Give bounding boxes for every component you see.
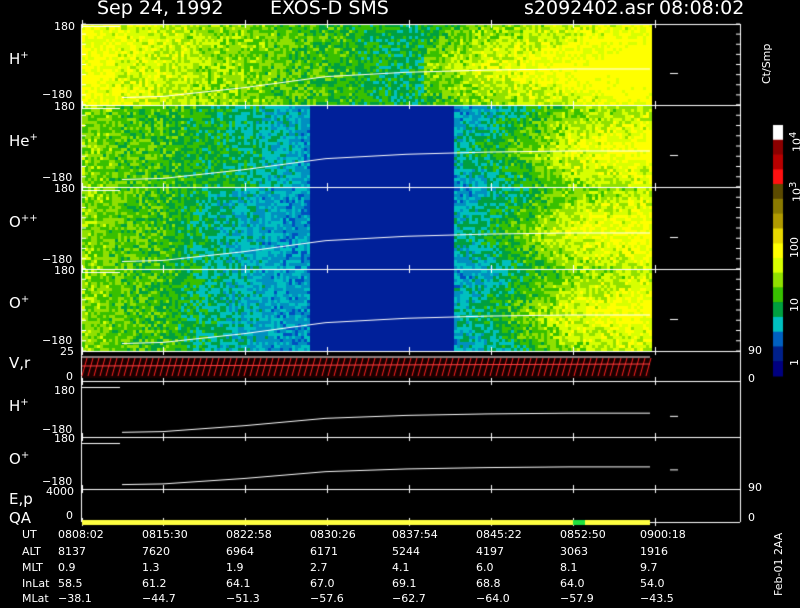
panel-label-vr: V,r [9,354,31,372]
ytick-top-ep: 4000 [46,485,74,498]
table-cell: −51.3 [226,592,260,605]
panel-label-o-plus-plus: O++ [9,213,38,231]
right-tick-vr-bot: 0 [748,372,755,385]
colorbar-tick-1: 104 [788,131,800,152]
table-cell: 8.1 [560,561,578,574]
table-row-label: MLat [22,592,49,605]
panel-label-ep: E,p [9,490,33,508]
table-row-label: ALT [22,545,41,558]
panel-label-qa: QA [9,509,32,527]
colorbar-tick-5: 1 [788,359,800,366]
table-cell: 4.1 [392,561,410,574]
table-cell: 0815:30 [142,528,188,541]
spectrogram-canvas [0,0,800,600]
table-cell: 3063 [560,545,588,558]
table-cell: 64.0 [560,577,585,590]
ytick-top-3: 180 [54,182,75,195]
table-cell: −62.7 [392,592,426,605]
colorbar-tick-3: 100 [788,237,800,258]
table-cell: 0852:50 [560,528,606,541]
table-cell: 2.7 [310,561,328,574]
table-cell: −64.0 [476,592,510,605]
table-cell: 0900:18 [640,528,686,541]
table-cell: 0.9 [58,561,76,574]
table-row: MLat −38.1 −44.7 −51.3 −57.6 −62.7 −64.0 −57.9 −… [0,592,800,608]
table-cell: 54.0 [640,577,665,590]
panel-label-o-plus: O+ [9,294,30,312]
table-cell: −43.5 [640,592,674,605]
plot-time: 08:08:02 [659,0,745,19]
table-cell: 58.5 [58,577,83,590]
table-cell: −57.6 [310,592,344,605]
table-cell: 64.1 [226,577,251,590]
panel-label-h-plus-2: H+ [9,397,29,415]
table-cell: 1.9 [226,561,244,574]
table-cell: 0822:58 [226,528,272,541]
table-cell: 67.0 [310,577,335,590]
ytick-top-1: 180 [54,20,75,33]
table-cell: 8137 [58,545,86,558]
plot-file: s2092402.asr [524,0,654,19]
table-cell: 7620 [142,545,170,558]
table-cell: 0845:22 [476,528,522,541]
ytick-bot-ep: 0 [66,509,73,522]
panel-label-o-plus-2: O+ [9,450,30,468]
plot-instrument: EXOS-D SMS [270,0,389,19]
colorbar-tick-4: 10 [788,298,800,312]
table-cell: 61.2 [142,577,167,590]
ytick-top-7: 180 [54,432,75,445]
panel-label-h-plus: H+ [9,50,29,68]
table-row-label: UT [22,528,37,541]
table-cell: 5244 [392,545,420,558]
table-cell: 6.0 [476,561,494,574]
table-row-label: InLat [22,577,50,590]
right-tick-vr-top: 90 [748,344,762,357]
colorbar-tick-2: 103 [788,181,800,202]
right-tick-ep-bot: 0 [748,511,755,524]
table-cell: 0830:26 [310,528,356,541]
table-row: InLat 58.5 61.2 64.1 67.0 69.1 68.8 64.0 54.0 [0,577,800,593]
table-cell: 0837:54 [392,528,438,541]
table-cell: −44.7 [142,592,176,605]
plot-date: Sep 24, 1992 [97,0,224,19]
table-cell: 68.8 [476,577,501,590]
table-cell: 0808:02 [58,528,104,541]
colorbar-title: Ct/Smp [760,43,773,84]
right-tick-ep-top: 90 [748,481,762,494]
ytick-top-4: 180 [54,264,75,277]
table-row-label: MLT [22,561,43,574]
table-cell: 9.7 [640,561,658,574]
table-row: UT 0808:02 0815:30 0822:58 0830:26 0837:54 084… [0,528,800,544]
ytick-top-2: 180 [54,100,75,113]
table-cell: 4197 [476,545,504,558]
ytick-top-5: 25 [60,345,74,358]
table-cell: 69.1 [392,577,417,590]
ytick-bot-5: 0 [66,370,73,383]
panel-label-he-plus: He+ [9,132,38,150]
table-cell: −57.9 [560,592,594,605]
table-cell: −38.1 [58,592,92,605]
table-row: MLT 0.9 1.3 1.9 2.7 4.1 6.0 8.1 9.7 [0,561,800,577]
table-cell: 6171 [310,545,338,558]
ytick-top-6: 180 [54,384,75,397]
table-cell: 1916 [640,545,668,558]
table-row: ALT 8137 7620 6964 6171 5244 4197 3063 1916 [0,545,800,561]
table-cell: 1.3 [142,561,160,574]
table-cell: 6964 [226,545,254,558]
